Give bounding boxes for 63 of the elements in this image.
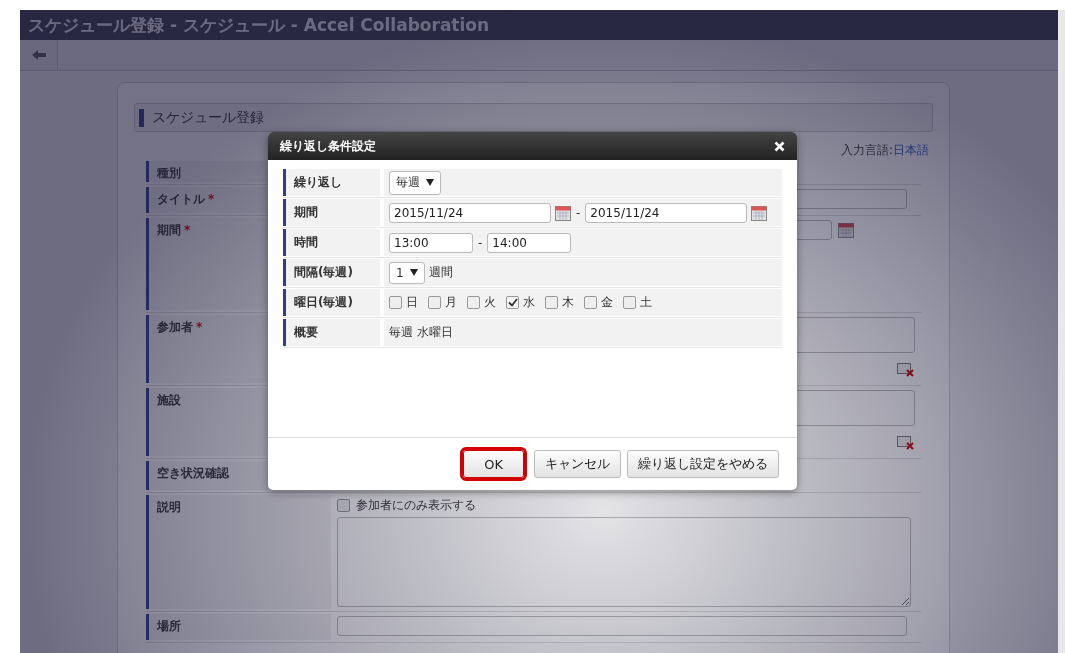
dialog-button[interactable]: 繰り返し設定をやめる [627, 450, 779, 478]
text-field[interactable] [337, 616, 907, 636]
dialog-title: 繰り返し条件設定 [280, 137, 376, 155]
remove-icon[interactable] [897, 436, 915, 450]
checkbox[interactable] [623, 296, 636, 309]
weekday-label: 水 [523, 294, 535, 311]
weekday-label: 月 [445, 294, 457, 311]
checkbox[interactable] [428, 296, 441, 309]
dialog-button[interactable]: キャンセル [534, 450, 621, 478]
field-label: 曜日(毎週) [294, 294, 353, 311]
required-mark: * [184, 223, 191, 237]
interval-dropdown[interactable]: 1 [389, 261, 425, 284]
start-date-field[interactable]: 2015/11/24 [389, 202, 551, 223]
checkbox[interactable] [506, 296, 519, 309]
checkbox[interactable] [467, 296, 480, 309]
language-label: 入力言語: [840, 143, 893, 157]
field-label: タイトル [157, 192, 205, 206]
field-label: 種別 [157, 166, 181, 180]
window-title: スケジュール登録 - スケジュール - Accel Collaboration [28, 13, 490, 37]
weekday-label: 木 [562, 294, 574, 311]
calendar-icon[interactable] [838, 222, 854, 238]
required-mark: * [196, 320, 203, 334]
end-date-field[interactable]: 2015/11/24 [585, 202, 748, 223]
summary-text: 毎週 水曜日 [389, 324, 453, 341]
field-label: 空き状況確認 [157, 466, 229, 480]
checkbox[interactable] [584, 296, 597, 309]
repeat-dropdown[interactable]: 毎週 [389, 170, 441, 195]
checkbox-label: 参加者にのみ表示する [356, 497, 476, 514]
checkbox[interactable] [545, 296, 558, 309]
field-label: 間隔(毎週) [294, 264, 353, 281]
close-icon[interactable] [774, 140, 785, 152]
highlighted-button[interactable]: OK [463, 450, 524, 478]
accent-bar [139, 108, 144, 127]
section-title: スケジュール登録 [152, 108, 264, 127]
unit-label: 週間 [428, 264, 453, 281]
range-separator: - [576, 205, 581, 220]
weekday-label: 火 [484, 294, 496, 311]
field-label: 参加者 [157, 320, 193, 334]
checkbox[interactable] [337, 499, 350, 512]
field-label: 時間 [294, 234, 318, 251]
field-label: 期間 [157, 223, 181, 237]
field-label: 概要 [294, 324, 318, 341]
caret-icon [409, 269, 418, 276]
field-label: 説明 [157, 500, 181, 514]
field-label: 期間 [294, 204, 318, 221]
field-label: 繰り返し [294, 174, 342, 191]
description-field[interactable] [337, 517, 911, 607]
calendar-icon[interactable] [751, 204, 768, 221]
weekday-label: 金 [601, 294, 613, 311]
calendar-icon[interactable] [555, 204, 571, 221]
remove-icon[interactable] [897, 363, 915, 377]
field-label: 施設 [157, 393, 181, 407]
range-separator: - [478, 235, 483, 250]
checkbox[interactable] [389, 296, 402, 309]
start-time-field[interactable]: 13:00 [389, 232, 473, 253]
scrollbar[interactable] [1058, 10, 1065, 653]
weekday-label: 日 [406, 294, 418, 311]
end-time-field[interactable]: 14:00 [487, 232, 572, 253]
field-label: 場所 [157, 619, 181, 633]
weekday-label: 土 [640, 294, 652, 311]
left-arrow-icon [31, 50, 46, 60]
caret-icon [426, 179, 434, 186]
required-mark: * [208, 192, 215, 206]
